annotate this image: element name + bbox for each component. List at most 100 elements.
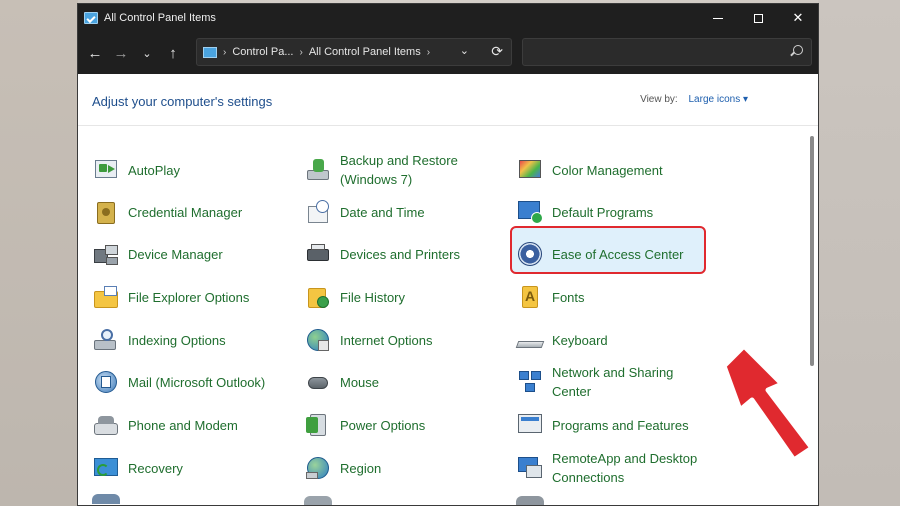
item-default-programs[interactable]: Default Programs xyxy=(516,191,653,233)
item-label: Date and Time xyxy=(340,204,425,220)
search-icon xyxy=(793,45,803,55)
item-color-management[interactable]: Color Management xyxy=(516,149,663,191)
fonts-icon: A xyxy=(516,283,544,311)
ease-of-access-icon xyxy=(516,240,544,268)
title-bar[interactable]: All Control Panel Items ✕ xyxy=(78,4,818,32)
breadcrumb-control-panel[interactable]: Control Pa... xyxy=(232,46,293,58)
network-sharing-icon xyxy=(516,368,544,396)
item-label: RemoteApp and Desktop Connections xyxy=(552,451,698,485)
item-label: Region xyxy=(340,460,382,476)
path-separator-icon: › xyxy=(299,46,303,58)
phone-modem-icon xyxy=(92,411,120,439)
item-programs-features[interactable]: Programs and Features xyxy=(516,404,689,446)
device-manager-icon xyxy=(92,240,120,268)
next-row-item-icon xyxy=(304,496,332,505)
internet-options-icon xyxy=(304,326,332,354)
programs-features-icon xyxy=(516,411,544,439)
item-label: Phone and Modem xyxy=(128,417,238,433)
address-bar: ← → ⌄ ↑ › Control Pa... › All Control Pa… xyxy=(78,32,818,74)
item-power-options[interactable]: Power Options xyxy=(304,404,425,446)
item-label: Device Manager xyxy=(128,246,223,262)
file-history-icon xyxy=(304,283,332,311)
item-label: Power Options xyxy=(340,417,426,433)
item-device-manager[interactable]: Device Manager xyxy=(92,233,223,275)
view-by-dropdown[interactable]: Large icons ▾ xyxy=(689,94,749,105)
item-backup-restore[interactable]: Backup and Restore (Windows 7) xyxy=(304,149,458,191)
item-credential-manager[interactable]: Credential Manager xyxy=(92,191,242,233)
item-label: AutoPlay xyxy=(128,162,181,178)
item-label: Credential Manager xyxy=(128,204,243,220)
maximize-button[interactable] xyxy=(738,4,778,32)
item-label: Recovery xyxy=(128,460,183,476)
mail-icon xyxy=(92,368,120,396)
forward-button[interactable]: → xyxy=(108,40,134,66)
maximize-icon xyxy=(753,13,763,23)
file-explorer-options-icon xyxy=(92,283,120,311)
item-recovery[interactable]: Recovery xyxy=(92,447,183,489)
arrow-up-icon: ↑ xyxy=(169,44,177,62)
item-label: Programs and Features xyxy=(552,417,689,433)
item-keyboard[interactable]: Keyboard xyxy=(515,319,608,361)
item-ease-of-access[interactable]: Ease of Access Center xyxy=(516,233,684,275)
window-controls: ✕ xyxy=(698,4,818,32)
credential-manager-icon xyxy=(92,198,120,226)
remoteapp-icon xyxy=(516,454,544,482)
arrow-left-icon: ← xyxy=(87,44,103,62)
close-button[interactable]: ✕ xyxy=(778,4,818,32)
view-by-label: View by: xyxy=(640,94,678,105)
item-network-sharing[interactable]: Network and Sharing Center xyxy=(516,361,673,403)
item-phone-modem[interactable]: Phone and Modem xyxy=(92,404,238,446)
path-dropdown-icon[interactable]: ⌄ xyxy=(460,44,469,57)
item-label: Mouse xyxy=(340,374,380,390)
scrollbar[interactable] xyxy=(810,136,814,366)
search-input[interactable] xyxy=(522,38,812,66)
chevron-down-icon: ⌄ xyxy=(142,47,152,60)
backup-restore-icon xyxy=(304,156,332,184)
default-programs-icon xyxy=(516,198,544,226)
path-separator-icon: › xyxy=(426,46,431,58)
keyboard-icon xyxy=(515,326,545,354)
breadcrumb-all-items[interactable]: All Control Panel Items xyxy=(309,46,421,58)
item-label: File Explorer Options xyxy=(128,289,250,305)
item-label: Devices and Printers xyxy=(340,246,460,262)
recent-locations-button[interactable]: ⌄ xyxy=(134,40,160,66)
date-time-icon xyxy=(304,198,332,226)
item-remoteapp[interactable]: RemoteApp and Desktop Connections xyxy=(516,447,697,489)
region-icon xyxy=(304,454,332,482)
item-label: Indexing Options xyxy=(128,332,226,348)
item-region[interactable]: Region xyxy=(304,447,381,489)
minimize-button[interactable] xyxy=(698,4,738,32)
mouse-icon xyxy=(304,368,332,396)
item-fonts[interactable]: A Fonts xyxy=(516,276,585,318)
item-autoplay[interactable]: AutoPlay xyxy=(92,149,180,191)
item-label: Keyboard xyxy=(552,332,608,348)
item-label: Mail (Microsoft Outlook) xyxy=(128,374,266,390)
item-indexing-options[interactable]: Indexing Options xyxy=(92,319,226,361)
item-internet-options[interactable]: Internet Options xyxy=(304,319,433,361)
next-row-item-icon xyxy=(92,494,120,504)
path-box[interactable]: › Control Pa... › All Control Panel Item… xyxy=(196,38,512,66)
view-by: View by: Large icons ▾ xyxy=(640,94,748,105)
back-button[interactable]: ← xyxy=(82,40,108,66)
autoplay-icon xyxy=(92,156,120,184)
item-label: Network and Sharing Center xyxy=(552,365,674,399)
item-devices-printers[interactable]: Devices and Printers xyxy=(304,233,460,275)
font-glyph-icon: A xyxy=(525,288,536,304)
background-right xyxy=(818,0,900,506)
power-options-icon xyxy=(304,411,332,439)
item-mail[interactable]: Mail (Microsoft Outlook) xyxy=(92,361,265,403)
color-management-icon xyxy=(516,156,544,184)
control-panel-window: All Control Panel Items ✕ ← → ⌄ ↑ › Cont… xyxy=(77,3,819,506)
minimize-icon xyxy=(713,17,723,19)
item-mouse[interactable]: Mouse xyxy=(304,361,379,403)
item-label: File History xyxy=(340,289,406,305)
item-date-time[interactable]: Date and Time xyxy=(304,191,425,233)
control-panel-path-icon xyxy=(203,46,217,58)
recovery-icon xyxy=(92,454,120,482)
item-file-history[interactable]: File History xyxy=(304,276,405,318)
up-button[interactable]: ↑ xyxy=(160,40,186,66)
refresh-icon[interactable]: ⟳ xyxy=(491,43,503,60)
item-file-explorer-options[interactable]: File Explorer Options xyxy=(92,276,249,318)
item-label: Fonts xyxy=(552,289,585,305)
indexing-options-icon xyxy=(92,326,120,354)
